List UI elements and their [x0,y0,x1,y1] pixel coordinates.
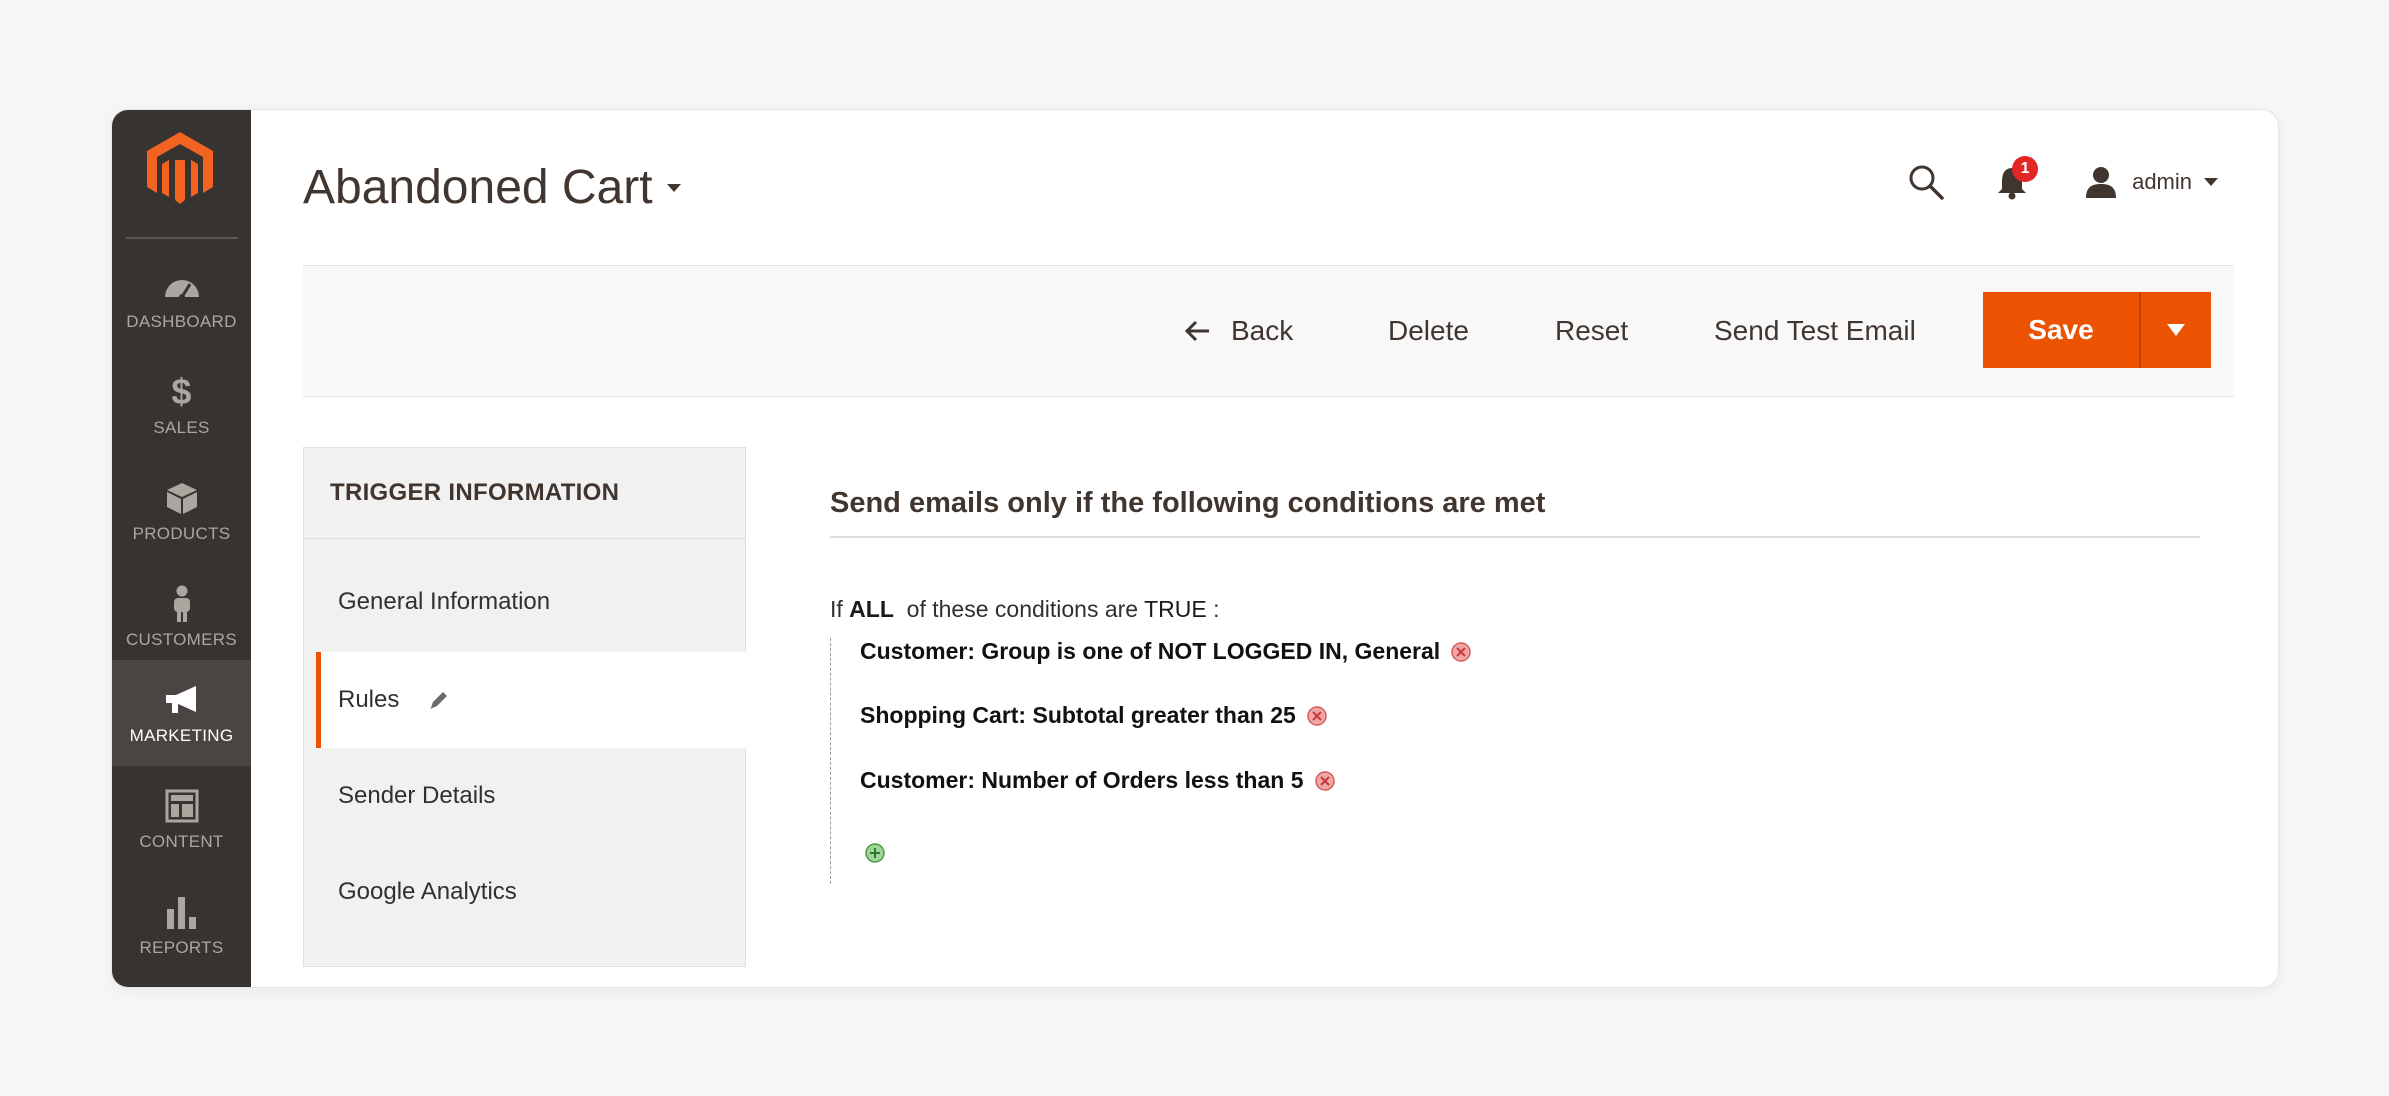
nav-sales[interactable]: $ SALES [112,352,251,458]
trigger-tabs: TRIGGER INFORMATION General Information … [303,447,746,967]
save-button[interactable]: Save [1983,292,2139,368]
reset-label: Reset [1555,315,1629,346]
search-icon[interactable] [1906,162,1946,202]
nav-dashboard[interactable]: DASHBOARD [112,246,251,352]
pencil-icon [430,692,448,709]
add-condition-icon[interactable] [864,842,886,864]
rule-suffix: : [1213,596,1220,622]
page-title-switcher[interactable]: Abandoned Cart [303,160,681,215]
nav-products-label: PRODUCTS [132,524,231,543]
send-test-email-label: Send Test Email [1714,315,1916,346]
user-name: admin [2132,169,2192,194]
condition-operator[interactable]: is one of [1057,638,1152,665]
nav-content-label: CONTENT [139,832,224,851]
nav-marketing-label: MARKETING [129,726,234,745]
user-icon [2086,167,2117,198]
value-select[interactable]: TRUE [1144,596,1207,622]
user-menu[interactable]: admin [2084,165,2218,199]
magento-logo[interactable] [145,130,215,206]
rule-middle: of these conditions are [906,596,1139,622]
nav-customers-label: CUSTOMERS [125,630,237,649]
nav-marketing[interactable]: MARKETING [112,660,251,766]
condition-value[interactable]: 25 [1270,702,1296,729]
section-divider [830,536,2200,538]
aggregator-select[interactable]: ALL [849,596,894,622]
tab-label: Sender Details [338,782,496,809]
tab-general-information[interactable]: General Information [304,554,745,650]
condition-attribute: Customer: Group [860,638,1051,664]
notification-badge: 1 [2012,156,2039,182]
nav-content[interactable]: CONTENT [112,766,251,872]
condition-attribute: Customer: Number of Orders [860,767,1179,793]
condition-row: Customer: Group is one of NOT LOGGED IN,… [860,638,1472,665]
tabs-divider [304,538,745,539]
tab-sender-details[interactable]: Sender Details [304,748,745,844]
tab-google-analytics[interactable]: Google Analytics [304,844,745,940]
back-button[interactable]: Back [1183,266,1293,396]
rule-aggregator-line: If ALL of these conditions are TRUE : [830,596,1220,623]
tab-label: Google Analytics [338,878,517,905]
remove-condition-icon[interactable] [1306,705,1328,727]
condition-value[interactable]: NOT LOGGED IN, General [1158,638,1440,665]
chevron-down-icon [2204,178,2218,186]
reset-button[interactable]: Reset [1555,266,1628,396]
condition-operator[interactable]: less than [1185,767,1285,794]
remove-condition-icon[interactable] [1314,770,1336,792]
person-icon [162,584,202,624]
box-icon [162,478,202,518]
nav-products[interactable]: PRODUCTS [112,458,251,564]
admin-sidebar: DASHBOARD $ SALES PRODUCTS CUSTOMERS MAR… [112,110,251,987]
megaphone-icon [162,680,202,720]
nav-sales-label: SALES [153,418,210,437]
dollar-icon: $ [171,371,192,412]
delete-label: Delete [1388,315,1469,346]
notifications-button[interactable]: 1 [1992,156,2039,202]
conditions-tree: Customer: Group is one of NOT LOGGED IN,… [830,638,2131,884]
tab-label: Rules [338,686,400,713]
caret-down-icon [2167,324,2185,336]
condition-attribute: Shopping Cart: Subtotal [860,702,1125,728]
bar-chart-icon [162,892,202,932]
nav-dashboard-label: DASHBOARD [126,312,237,331]
header-actions: 1 admin [1906,156,2218,202]
tabs-title: TRIGGER INFORMATION [330,479,620,506]
condition-value[interactable]: 5 [1291,767,1304,794]
remove-condition-icon[interactable] [1450,641,1472,663]
save-label: Save [2028,314,2094,345]
rule-prefix: If [830,596,843,622]
nav-customers[interactable]: CUSTOMERS [112,564,251,670]
arrow-left-icon [1184,320,1209,342]
section-title: Send emails only if the following condit… [830,487,1546,519]
dashboard-icon [162,266,202,306]
tab-rules[interactable]: Rules [316,652,746,748]
delete-button[interactable]: Delete [1388,266,1469,396]
nav-reports-label: REPORTS [139,938,224,957]
page-actions-bar: Back Delete Reset Send Test Email Save [303,265,2234,397]
back-label: Back [1231,315,1294,346]
condition-operator[interactable]: greater than [1131,702,1264,729]
main-area: Abandoned Cart 1 admin Back Delete Reset… [251,110,2278,987]
nav-reports[interactable]: REPORTS [112,872,251,978]
send-test-email-button[interactable]: Send Test Email [1714,266,1916,396]
tab-label: General Information [338,588,551,615]
save-split-button: Save [1983,292,2211,368]
condition-row: Customer: Number of Orders less than 5 [860,767,1336,794]
condition-row: Shopping Cart: Subtotal greater than 25 [860,702,1328,729]
logo-divider [126,237,238,239]
save-options-toggle[interactable] [2139,292,2211,368]
caret-down-icon [666,183,681,192]
page-title: Abandoned Cart [303,161,653,214]
admin-window: DASHBOARD $ SALES PRODUCTS CUSTOMERS MAR… [112,110,2278,987]
layout-icon [162,786,202,826]
